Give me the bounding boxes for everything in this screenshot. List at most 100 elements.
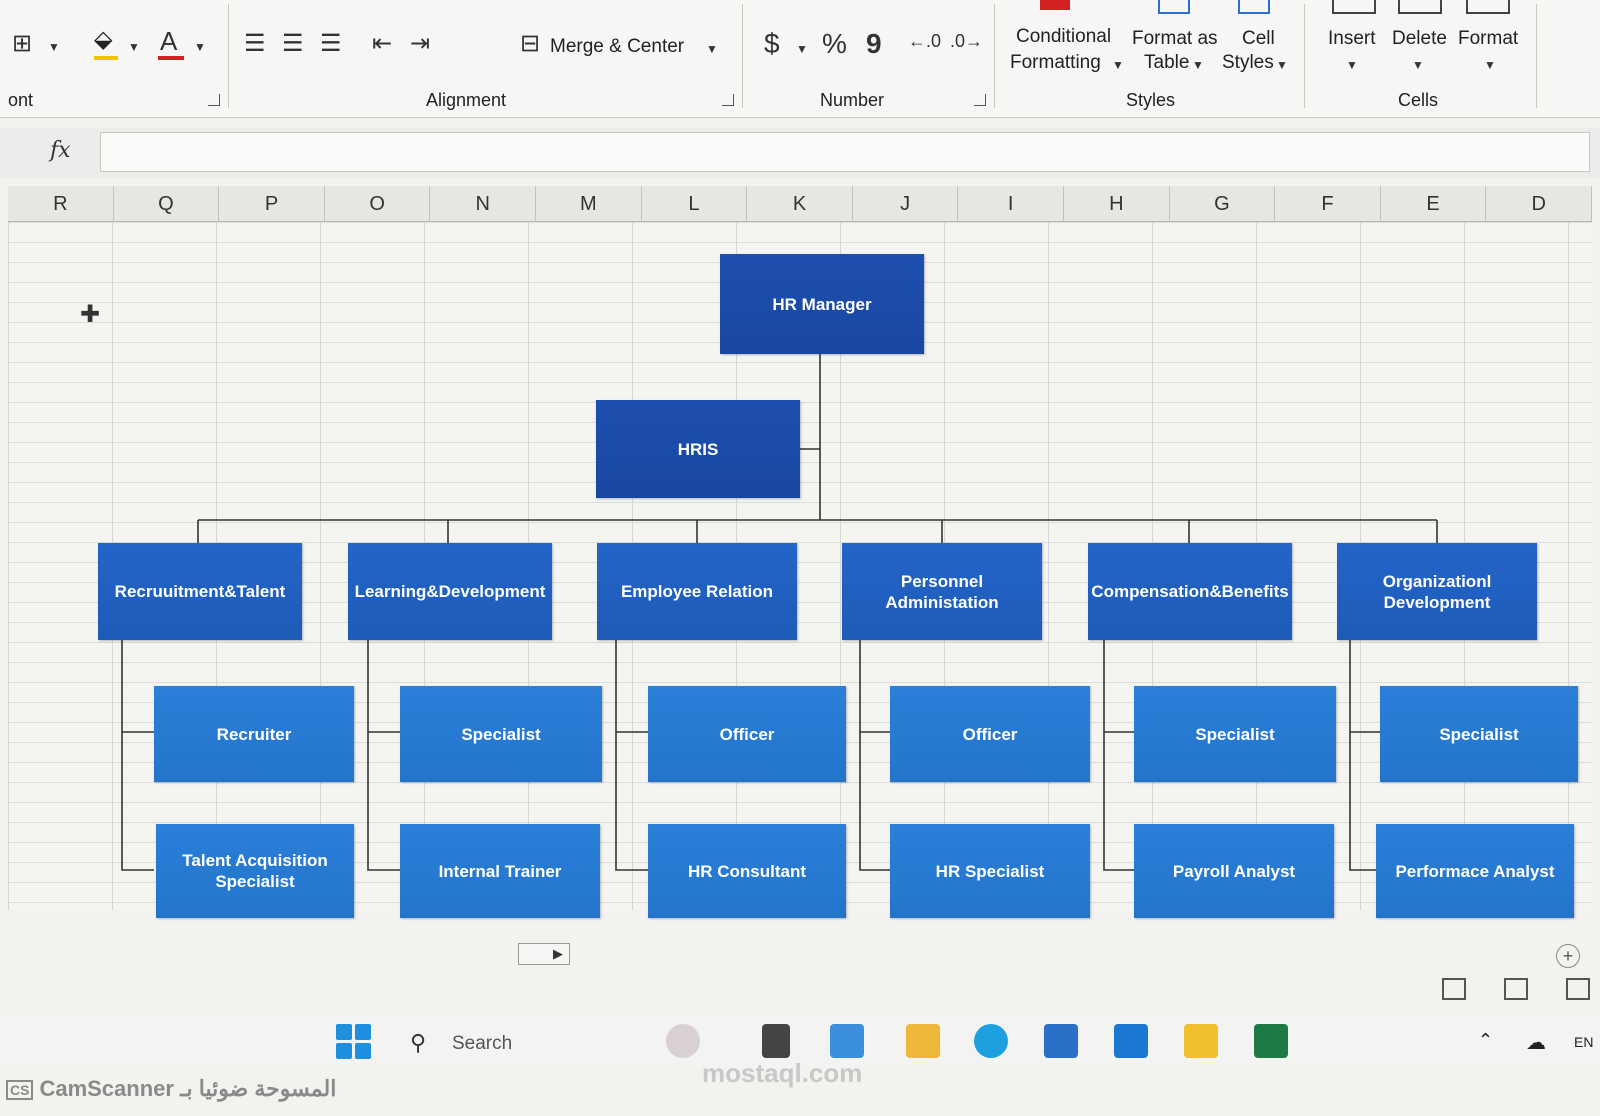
excel-app-icon[interactable] bbox=[1254, 1024, 1288, 1058]
decrease-decimal-icon[interactable]: .0→ bbox=[950, 32, 983, 50]
insert-icon[interactable] bbox=[1332, 0, 1376, 14]
comma-style-button[interactable]: 9 bbox=[866, 30, 882, 58]
org-box-role[interactable]: Officer bbox=[648, 686, 846, 782]
page-break-view-icon[interactable] bbox=[1566, 978, 1590, 1000]
scroll-right-icon[interactable]: ▶ bbox=[553, 946, 563, 962]
column-header[interactable]: Q bbox=[114, 186, 220, 222]
org-box-role[interactable]: Specialist bbox=[400, 686, 602, 782]
increase-decimal-icon[interactable]: ←.0 bbox=[908, 32, 941, 50]
widgets-icon[interactable] bbox=[666, 1024, 700, 1058]
format-as-table-line1[interactable]: Format as bbox=[1132, 28, 1218, 50]
column-header[interactable]: E bbox=[1381, 186, 1487, 222]
language-indicator[interactable]: EN bbox=[1574, 1034, 1593, 1050]
org-box-role[interactable]: Recruiter bbox=[154, 686, 354, 782]
column-header[interactable]: O bbox=[325, 186, 431, 222]
merge-center-icon[interactable]: ⊟ bbox=[520, 32, 540, 56]
cloud-sync-icon[interactable]: ☁ bbox=[1526, 1030, 1546, 1055]
column-header[interactable]: F bbox=[1275, 186, 1381, 222]
task-view-icon[interactable] bbox=[762, 1024, 790, 1058]
org-box-role[interactable]: Performace Analyst bbox=[1376, 824, 1574, 918]
column-header[interactable]: M bbox=[536, 186, 642, 222]
percent-button[interactable]: % bbox=[822, 30, 847, 58]
delete-dropdown-icon[interactable]: ▼ bbox=[1412, 58, 1424, 72]
insert-dropdown-icon[interactable]: ▼ bbox=[1346, 58, 1358, 72]
column-header[interactable]: P bbox=[219, 186, 325, 222]
column-header[interactable]: D bbox=[1486, 186, 1592, 222]
fill-color-dropdown-icon[interactable]: ▼ bbox=[128, 40, 140, 54]
org-box-role[interactable]: Specialist bbox=[1134, 686, 1336, 782]
edge-browser-icon[interactable] bbox=[974, 1024, 1008, 1058]
column-header[interactable]: N bbox=[430, 186, 536, 222]
format-as-table-line2[interactable]: Table bbox=[1144, 52, 1189, 74]
delete-icon[interactable] bbox=[1398, 0, 1442, 14]
format-as-table-dropdown-icon[interactable]: ▼ bbox=[1192, 58, 1204, 72]
org-box-role[interactable]: Payroll Analyst bbox=[1134, 824, 1334, 918]
outlook-icon[interactable] bbox=[1114, 1024, 1148, 1058]
zoom-in-icon[interactable]: + bbox=[1556, 944, 1580, 968]
conditional-formatting-icon[interactable] bbox=[1040, 0, 1070, 10]
borders-dropdown-icon[interactable]: ▼ bbox=[48, 40, 60, 54]
column-header[interactable]: J bbox=[853, 186, 959, 222]
search-icon[interactable]: ⚲ bbox=[410, 1030, 426, 1056]
conditional-formatting-line1[interactable]: Conditional bbox=[1016, 26, 1111, 48]
org-box-role[interactable]: HR Specialist bbox=[890, 824, 1090, 918]
column-header[interactable]: H bbox=[1064, 186, 1170, 222]
org-box-department[interactable]: Personnel Administation bbox=[842, 543, 1042, 640]
align-center-icon[interactable]: ☰ bbox=[282, 32, 304, 56]
align-left-icon[interactable]: ☰ bbox=[244, 32, 266, 56]
currency-button[interactable]: $ bbox=[764, 30, 780, 58]
format-dropdown-icon[interactable]: ▼ bbox=[1484, 58, 1496, 72]
number-dialog-launcher-icon[interactable] bbox=[974, 94, 986, 106]
org-box-hr-manager[interactable]: HR Manager bbox=[720, 254, 924, 354]
merge-center-button[interactable]: Merge & Center bbox=[550, 36, 684, 58]
cell-styles-dropdown-icon[interactable]: ▼ bbox=[1276, 58, 1288, 72]
powerbi-icon[interactable] bbox=[1184, 1024, 1218, 1058]
font-color-dropdown-icon[interactable]: ▼ bbox=[194, 40, 206, 54]
org-box-hris[interactable]: HRIS bbox=[596, 400, 800, 498]
taskbar-search-input[interactable]: Search bbox=[452, 1033, 512, 1055]
file-explorer-icon[interactable] bbox=[906, 1024, 940, 1058]
cell-styles-line2[interactable]: Styles bbox=[1222, 52, 1274, 74]
show-hidden-icons-icon[interactable]: ⌃ bbox=[1478, 1030, 1493, 1051]
fill-color-icon[interactable]: ⬙ bbox=[94, 28, 112, 52]
borders-icon[interactable]: ⊞ bbox=[12, 32, 32, 56]
org-box-role[interactable]: Officer bbox=[890, 686, 1090, 782]
org-box-department[interactable]: Employee Relation bbox=[597, 543, 797, 640]
org-box-role[interactable]: Specialist bbox=[1380, 686, 1578, 782]
normal-view-icon[interactable] bbox=[1442, 978, 1466, 1000]
insert-button[interactable]: Insert bbox=[1328, 28, 1376, 50]
column-header[interactable]: R bbox=[8, 186, 114, 222]
delete-button[interactable]: Delete bbox=[1392, 28, 1447, 50]
org-box-department[interactable]: Compensation&Benefits bbox=[1088, 543, 1292, 640]
font-dialog-launcher-icon[interactable] bbox=[208, 94, 220, 106]
merge-dropdown-icon[interactable]: ▼ bbox=[706, 42, 718, 56]
column-header[interactable]: L bbox=[642, 186, 748, 222]
org-box-role[interactable]: Talent Acquisition Specialist bbox=[156, 824, 354, 918]
format-icon[interactable] bbox=[1466, 0, 1510, 14]
cell-styles-icon[interactable] bbox=[1238, 0, 1270, 14]
column-header[interactable]: G bbox=[1170, 186, 1276, 222]
conditional-formatting-dropdown-icon[interactable]: ▼ bbox=[1112, 58, 1124, 72]
page-layout-view-icon[interactable] bbox=[1504, 978, 1528, 1000]
currency-dropdown-icon[interactable]: ▼ bbox=[796, 42, 808, 56]
org-box-department[interactable]: Recruuitment&Talent bbox=[98, 543, 302, 640]
cell-styles-line1[interactable]: Cell bbox=[1242, 28, 1275, 50]
format-button[interactable]: Format bbox=[1458, 28, 1518, 50]
increase-indent-icon[interactable]: ⇥ bbox=[410, 32, 430, 56]
org-box-department[interactable]: Learning&Development bbox=[348, 543, 552, 640]
alignment-dialog-launcher-icon[interactable] bbox=[722, 94, 734, 106]
align-right-icon[interactable]: ☰ bbox=[320, 32, 342, 56]
font-color-icon[interactable]: A bbox=[160, 28, 177, 54]
org-box-role[interactable]: HR Consultant bbox=[648, 824, 846, 918]
conditional-formatting-line2[interactable]: Formatting bbox=[1010, 52, 1101, 74]
decrease-indent-icon[interactable]: ⇤ bbox=[372, 32, 392, 56]
org-box-department[interactable]: Organizationl Development bbox=[1337, 543, 1537, 640]
format-as-table-icon[interactable] bbox=[1158, 0, 1190, 14]
formula-input[interactable] bbox=[100, 132, 1590, 172]
column-header[interactable]: K bbox=[747, 186, 853, 222]
start-menu-icon[interactable] bbox=[336, 1024, 371, 1059]
horizontal-scroll-control[interactable]: ▶ bbox=[518, 943, 570, 965]
store-icon[interactable] bbox=[1044, 1024, 1078, 1058]
column-header[interactable]: I bbox=[958, 186, 1064, 222]
m365-icon[interactable] bbox=[830, 1024, 864, 1058]
